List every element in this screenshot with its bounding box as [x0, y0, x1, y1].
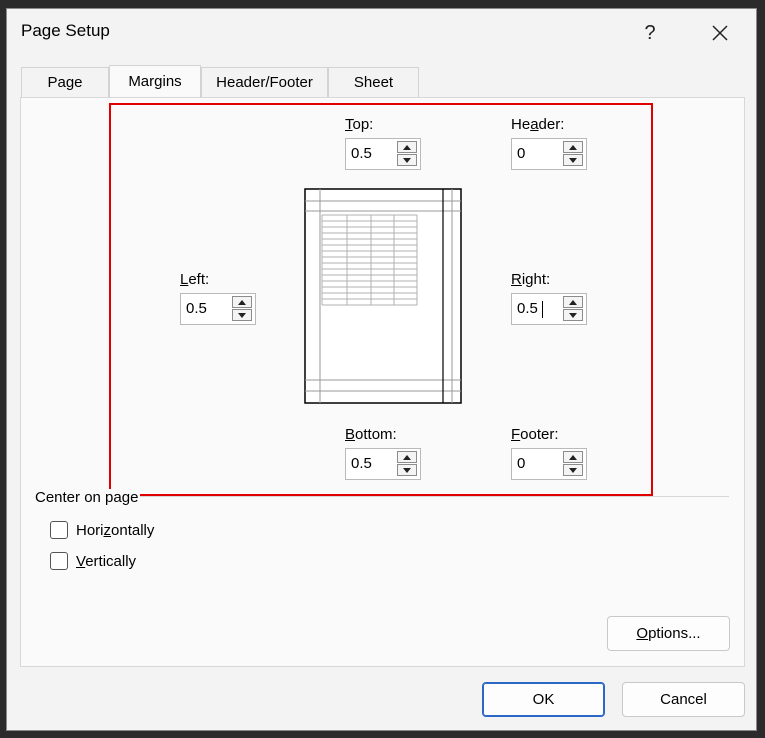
tab-margins[interactable]: Margins — [109, 65, 201, 97]
vertically-checkbox[interactable] — [50, 552, 68, 570]
bottom-label: Bottom: — [345, 426, 397, 443]
close-icon — [712, 25, 728, 41]
right-label: Right: — [511, 271, 551, 288]
ok-button[interactable]: OK — [482, 682, 605, 717]
right-down-button[interactable] — [563, 309, 583, 321]
arrow-down-icon — [403, 467, 411, 473]
header-margin-spinner[interactable]: 0 — [511, 138, 587, 170]
arrow-up-icon — [238, 299, 246, 305]
arrow-down-icon — [403, 157, 411, 163]
tab-header-footer[interactable]: Header/Footer — [201, 67, 328, 97]
text-caret — [542, 301, 543, 318]
left-label: Left: — [180, 271, 210, 288]
footer-margin-value[interactable]: 0 — [517, 455, 525, 472]
left-margin-value[interactable]: 0.5 — [186, 300, 207, 317]
arrow-up-icon — [569, 144, 577, 150]
left-margin-spinner[interactable]: 0.5 — [180, 293, 256, 325]
horizontally-label[interactable]: Horizontally — [76, 522, 154, 539]
right-up-button[interactable] — [563, 296, 583, 308]
arrow-down-icon — [569, 157, 577, 163]
header-margin-value[interactable]: 0 — [517, 145, 525, 162]
options-button[interactable]: Options... — [607, 616, 730, 651]
left-down-button[interactable] — [232, 309, 252, 321]
dialog-title: Page Setup — [21, 21, 110, 40]
help-button[interactable]: ? — [627, 15, 673, 51]
footer-margin-spinner[interactable]: 0 — [511, 448, 587, 480]
left-up-button[interactable] — [232, 296, 252, 308]
top-down-button[interactable] — [397, 154, 417, 166]
bottom-down-button[interactable] — [397, 464, 417, 476]
page-preview — [304, 188, 462, 404]
title-bar: Page Setup ? — [7, 9, 756, 53]
tab-page[interactable]: Page — [21, 67, 109, 97]
header-down-button[interactable] — [563, 154, 583, 166]
tab-sheet[interactable]: Sheet — [328, 67, 419, 97]
arrow-down-icon — [569, 312, 577, 318]
header-up-button[interactable] — [563, 141, 583, 153]
horizontally-checkbox[interactable] — [50, 521, 68, 539]
vertically-label[interactable]: Vertically — [76, 553, 136, 570]
arrow-down-icon — [569, 467, 577, 473]
page-setup-dialog: Page Setup ? Page Margins Header/Footer … — [6, 8, 757, 731]
footer-label: Footer: — [511, 426, 559, 443]
arrow-up-icon — [569, 454, 577, 460]
arrow-up-icon — [569, 299, 577, 305]
arrow-up-icon — [403, 144, 411, 150]
cancel-button[interactable]: Cancel — [622, 682, 745, 717]
right-margin-spinner[interactable]: 0.5 — [511, 293, 587, 325]
top-margin-value[interactable]: 0.5 — [351, 145, 372, 162]
right-margin-value[interactable]: 0.5 — [517, 300, 538, 317]
close-button[interactable] — [697, 15, 743, 51]
arrow-down-icon — [238, 312, 246, 318]
top-up-button[interactable] — [397, 141, 417, 153]
bottom-up-button[interactable] — [397, 451, 417, 463]
bottom-margin-spinner[interactable]: 0.5 — [345, 448, 421, 480]
center-on-page-label: Center on page — [35, 489, 141, 506]
header-label: Header: — [511, 116, 565, 133]
footer-down-button[interactable] — [563, 464, 583, 476]
arrow-up-icon — [403, 454, 411, 460]
top-label: Top: — [345, 116, 374, 133]
separator — [111, 496, 729, 497]
top-margin-spinner[interactable]: 0.5 — [345, 138, 421, 170]
bottom-margin-value[interactable]: 0.5 — [351, 455, 372, 472]
footer-up-button[interactable] — [563, 451, 583, 463]
